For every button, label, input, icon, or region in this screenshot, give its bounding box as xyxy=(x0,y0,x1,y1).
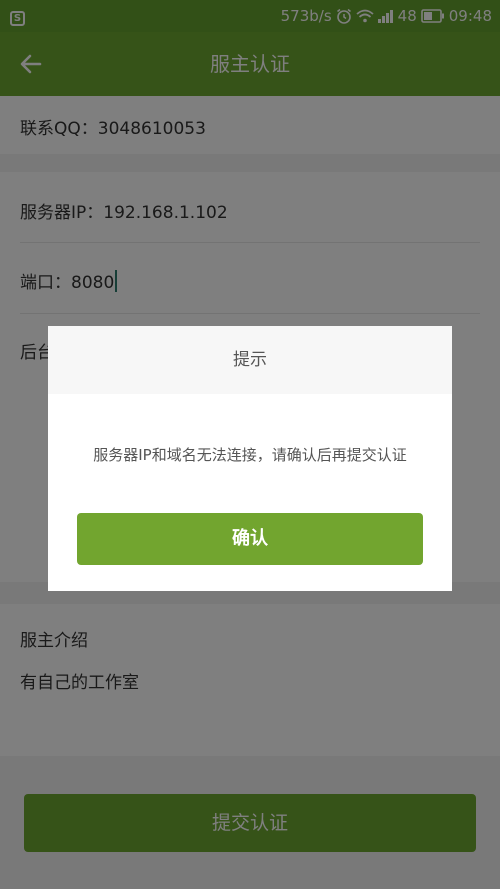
alert-dialog: 提示 服务器IP和域名无法连接，请确认后再提交认证 确认 xyxy=(48,326,452,591)
dialog-title: 提示 xyxy=(48,326,452,394)
confirm-button[interactable]: 确认 xyxy=(77,513,423,565)
dialog-message: 服务器IP和域名无法连接，请确认后再提交认证 xyxy=(93,446,407,464)
